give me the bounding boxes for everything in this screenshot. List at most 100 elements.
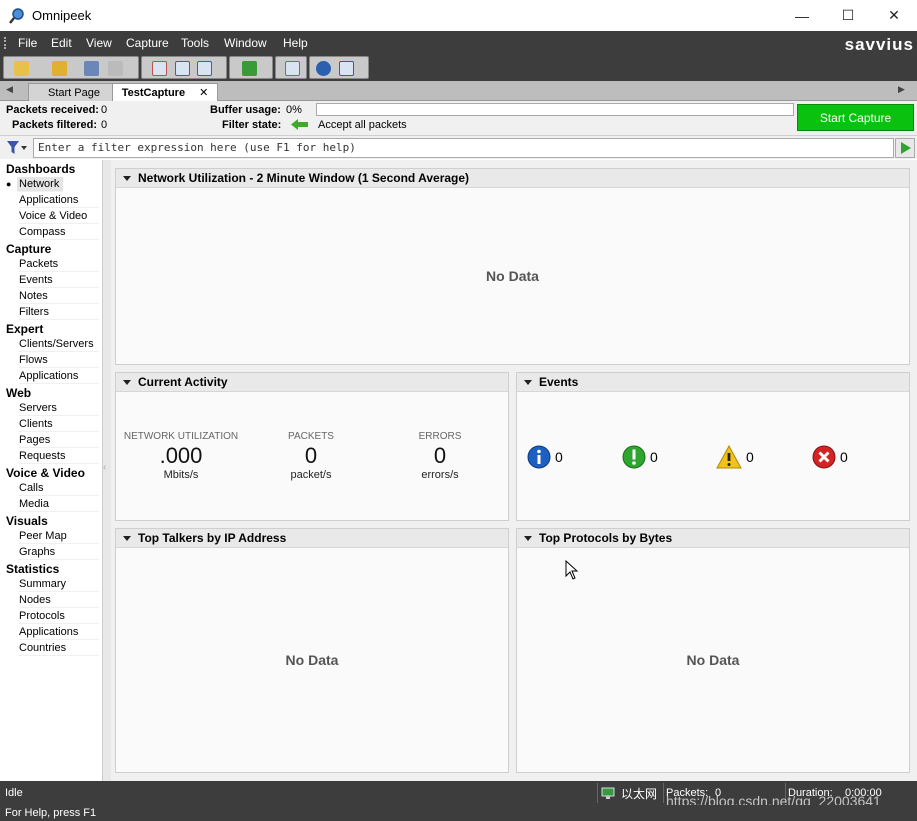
events-title: Events <box>539 375 579 389</box>
packets-received-label: Packets received: <box>6 104 99 116</box>
current-activity-header[interactable]: Current Activity <box>116 373 508 392</box>
network-utilization-header[interactable]: Network Utilization - 2 Minute Window (1… <box>116 169 909 188</box>
sidebar-item-graphs[interactable]: Graphs <box>19 545 99 560</box>
tab-test-capture[interactable]: TestCapture ✕ <box>112 83 218 101</box>
filter-state-value: Accept all packets <box>318 119 407 131</box>
sidebar-item-pages[interactable]: Pages <box>19 433 99 448</box>
metric-label: NETWORK UTILIZATION <box>123 431 239 442</box>
collapse-sidebar-icon[interactable]: ‹ <box>103 462 106 473</box>
sidebar-item-requests[interactable]: Requests <box>19 449 99 464</box>
tab-start-page[interactable]: Start Page <box>28 83 120 101</box>
tab-close-icon[interactable]: ✕ <box>199 86 208 99</box>
sidebar-item-clients[interactable]: Clients <box>19 417 99 432</box>
sidebar-item-countries[interactable]: Countries <box>19 641 99 656</box>
sidebar-item-voice-video[interactable]: Voice & Video <box>19 209 99 224</box>
metric-value: .000 <box>159 443 203 468</box>
sidebar-item-peer-map[interactable]: Peer Map <box>19 529 99 544</box>
events-counters: 0 0 0 0 <box>517 445 911 471</box>
start-capture-button[interactable]: Start Capture <box>797 104 914 131</box>
event-warning-count: 0 <box>746 449 754 465</box>
event-info[interactable]: 0 <box>527 445 563 469</box>
sidebar-item-servers[interactable]: Servers <box>19 401 99 416</box>
sidebar: Dashboards ● Network Applications Voice … <box>0 160 103 781</box>
sidebar-item-stat-applications[interactable]: Applications <box>19 625 99 640</box>
collapse-triangle-icon <box>123 380 131 385</box>
filter-state-label: Filter state: <box>222 119 282 131</box>
filter-view-icon[interactable] <box>175 61 190 76</box>
sidebar-item-expert-applications[interactable]: Applications <box>19 369 99 384</box>
metric-network-utilization: NETWORK UTILIZATION .000 Mbits/s <box>116 431 246 481</box>
sidebar-item-network[interactable]: Network <box>17 177 63 192</box>
sidebar-item-protocols[interactable]: Protocols <box>19 609 99 624</box>
filter-funnel-icon[interactable] <box>6 140 28 156</box>
apply-filter-button[interactable] <box>895 138 915 158</box>
sidebar-item-media[interactable]: Media <box>19 497 99 512</box>
top-protocols-header[interactable]: Top Protocols by Bytes <box>517 529 909 548</box>
current-activity-panel: Current Activity NETWORK UTILIZATION .00… <box>115 372 509 521</box>
adapter-name: 以太网 <box>621 787 658 801</box>
sidebar-item-dashboard-applications[interactable]: Applications <box>19 193 99 208</box>
buffer-usage-value: 0% <box>286 104 302 116</box>
sidebar-item-filters[interactable]: Filters <box>19 305 99 320</box>
event-warning[interactable]: 0 <box>716 445 754 469</box>
event-error[interactable]: 0 <box>812 445 848 469</box>
help-icon[interactable] <box>316 61 331 76</box>
tab-scroll-left-icon[interactable]: ◀ <box>6 84 13 95</box>
status-divider <box>663 783 664 803</box>
options-icon[interactable] <box>285 61 300 76</box>
packets-received-value: 0 <box>101 104 108 116</box>
tab-scroll-right-icon[interactable]: ▶ <box>898 84 905 95</box>
menu-file[interactable]: File <box>18 36 37 50</box>
title-bar: Omnipeek — ☐ ✕ <box>0 0 917 31</box>
top-protocols-title: Top Protocols by Bytes <box>539 531 673 545</box>
minimize-button[interactable]: — <box>779 0 825 31</box>
event-notice[interactable]: 0 <box>622 445 658 469</box>
print-icon[interactable] <box>108 61 123 76</box>
maximize-button[interactable]: ☐ <box>825 0 871 31</box>
sidebar-item-notes[interactable]: Notes <box>19 289 99 304</box>
packet-view-icon[interactable] <box>152 61 167 76</box>
sidebar-item-nodes[interactable]: Nodes <box>19 593 99 608</box>
sidebar-section-visuals: Visuals <box>6 514 48 528</box>
sidebar-section-web: Web <box>6 386 32 400</box>
sidebar-item-clients-servers[interactable]: Clients/Servers <box>19 337 99 352</box>
help-hint-bar: For Help, press F1 <box>0 805 917 821</box>
network-tree-icon[interactable] <box>242 61 257 76</box>
save-icon[interactable] <box>84 61 99 76</box>
top-talkers-header[interactable]: Top Talkers by IP Address <box>116 529 508 548</box>
network-utilization-panel: Network Utilization - 2 Minute Window (1… <box>115 168 910 365</box>
metric-unit: packet/s <box>290 469 332 481</box>
menu-tools[interactable]: Tools <box>181 36 209 50</box>
menu-window[interactable]: Window <box>224 36 267 50</box>
sidebar-item-summary[interactable]: Summary <box>19 577 99 592</box>
menu-capture[interactable]: Capture <box>126 36 169 50</box>
sidebar-item-calls[interactable]: Calls <box>19 481 99 496</box>
open-file-icon[interactable] <box>52 61 67 76</box>
close-window-button[interactable]: ✕ <box>871 0 917 31</box>
sidebar-section-dashboards: Dashboards <box>6 162 76 176</box>
filter-bar: Enter a filter expression here (use F1 f… <box>0 135 917 159</box>
menu-help[interactable]: Help <box>283 36 308 50</box>
top-talkers-panel: Top Talkers by IP Address No Data <box>115 528 509 773</box>
filter-expression-input[interactable]: Enter a filter expression here (use F1 f… <box>33 138 894 158</box>
edit-view-icon[interactable] <box>197 61 212 76</box>
sidebar-item-flows[interactable]: Flows <box>19 353 99 368</box>
sidebar-item-events[interactable]: Events <box>19 273 99 288</box>
sidebar-item-packets[interactable]: Packets <box>19 257 99 272</box>
packets-filtered-label: Packets filtered: <box>12 119 97 131</box>
collapse-triangle-icon <box>524 536 532 541</box>
whats-this-icon[interactable] <box>339 61 354 76</box>
sidebar-item-compass[interactable]: Compass <box>19 225 99 240</box>
collapse-triangle-icon <box>123 536 131 541</box>
toolbar-group-file <box>3 56 139 79</box>
menu-edit[interactable]: Edit <box>51 36 72 50</box>
menu-bar: File Edit View Capture Tools Window Help… <box>0 31 917 55</box>
metric-unit: errors/s <box>421 469 459 481</box>
event-info-count: 0 <box>555 449 563 465</box>
events-header[interactable]: Events <box>517 373 909 392</box>
dashboard-content: Network Utilization - 2 Minute Window (1… <box>111 160 917 781</box>
menu-view[interactable]: View <box>86 36 112 50</box>
new-capture-icon[interactable] <box>14 61 29 76</box>
sidebar-splitter[interactable]: ‹ <box>103 160 111 781</box>
notice-icon <box>622 445 646 469</box>
